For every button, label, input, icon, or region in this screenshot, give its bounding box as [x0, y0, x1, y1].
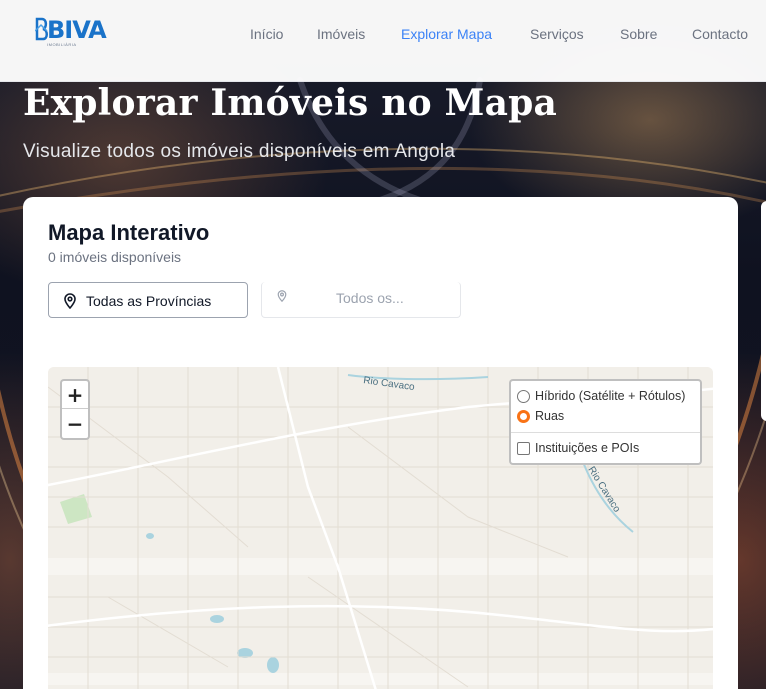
- layer-option-hybrid[interactable]: Híbrido (Satélite + Rótulos): [517, 389, 685, 403]
- site-logo[interactable]: BIVA IMOBILIÁRIA: [35, 16, 107, 48]
- zoom-in-button[interactable]: +: [62, 381, 88, 409]
- property-count: 0 imóveis disponíveis: [48, 249, 182, 265]
- layer-label-hybrid: Híbrido (Satélite + Rótulos): [535, 389, 686, 403]
- zoom-out-button[interactable]: −: [62, 410, 88, 438]
- map-pin-icon: [277, 290, 287, 302]
- logo-subtext: IMOBILIÁRIA: [47, 42, 77, 47]
- radio-hybrid[interactable]: [517, 389, 530, 403]
- page-title: Explorar Imóveis no Mapa: [23, 82, 557, 124]
- nav-item-contacto[interactable]: Contacto: [692, 26, 748, 42]
- side-panel: [761, 201, 766, 421]
- interactive-map[interactable]: Rio Cavaco Rio Cavaco + − Híbrido (Satél…: [48, 367, 713, 689]
- nav-item-explorar-mapa[interactable]: Explorar Mapa: [401, 26, 492, 42]
- province-select-value: Todas as Províncias: [86, 293, 212, 309]
- card-title: Mapa Interativo: [48, 220, 210, 245]
- checkbox-pois[interactable]: [517, 441, 530, 455]
- logo-text: BIVA: [47, 16, 107, 44]
- municipality-select[interactable]: Todos os...: [261, 282, 461, 318]
- page-subtitle: Visualize todos os imóveis disponíveis e…: [23, 141, 456, 162]
- municipality-select-value: Todos os...: [336, 290, 404, 306]
- layer-option-streets[interactable]: Ruas: [517, 409, 564, 423]
- nav-item-inicio[interactable]: Início: [250, 26, 283, 42]
- zoom-control: + −: [60, 379, 90, 440]
- nav-item-sobre[interactable]: Sobre: [620, 26, 657, 42]
- map-card: Mapa Interativo 0 imóveis disponíveis To…: [23, 197, 738, 689]
- layer-label-pois: Instituições e POIs: [535, 441, 640, 455]
- layer-label-streets: Ruas: [535, 409, 565, 423]
- province-select[interactable]: Todas as Províncias: [48, 282, 248, 318]
- navbar: BIVA IMOBILIÁRIA Início Imóveis Explorar…: [0, 0, 766, 82]
- layer-option-pois[interactable]: Instituições e POIs: [517, 441, 639, 455]
- nav-item-servicos[interactable]: Serviços: [530, 26, 584, 42]
- map-pin-icon: [64, 293, 76, 309]
- nav-item-imoveis[interactable]: Imóveis: [317, 26, 365, 42]
- radio-streets[interactable]: [517, 409, 530, 423]
- layer-control: Híbrido (Satélite + Rótulos) Ruas Instit…: [509, 379, 702, 465]
- layer-separator: [511, 432, 700, 433]
